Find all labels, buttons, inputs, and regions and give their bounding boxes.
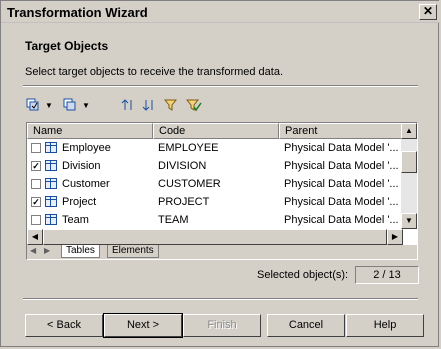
tab-tables[interactable]: Tables	[61, 245, 100, 258]
wizard-header: Target Objects Select target objects to …	[1, 23, 438, 86]
title-bar: Transformation Wizard ✕	[1, 1, 440, 23]
column-header-code[interactable]: Code	[153, 123, 279, 139]
table-icon	[45, 196, 57, 207]
vertical-scrollbar[interactable]: ▲ ▼	[401, 123, 417, 229]
back-button[interactable]: < Back	[25, 314, 103, 337]
cell-parent: Physical Data Model '...	[284, 196, 399, 208]
filter-button[interactable]	[163, 97, 178, 113]
table-row[interactable]: ✓ Project PROJECT Physical Data Model '...	[27, 193, 403, 211]
footer-divider	[23, 298, 418, 300]
cell-parent: Physical Data Model '...	[284, 178, 399, 190]
cell-code: TEAM	[158, 214, 189, 226]
next-button[interactable]: Next >	[103, 313, 183, 338]
table-icon	[45, 160, 57, 171]
horizontal-scrollbar[interactable]: ◀ ▶	[27, 229, 403, 245]
cell-code: DIVISION	[158, 160, 207, 172]
table-icon	[45, 178, 57, 189]
close-icon: ✕	[422, 4, 434, 18]
cell-name: Employee	[62, 142, 111, 154]
row-checkbox[interactable]	[31, 143, 41, 153]
row-checkbox[interactable]: ✓	[31, 197, 41, 207]
scroll-down-button[interactable]: ▼	[401, 213, 417, 229]
deselect-icon	[63, 98, 77, 112]
table-row[interactable]: ✓ Division DIVISION Physical Data Model '..…	[27, 157, 403, 175]
arrow-down-icon: ▼	[405, 216, 413, 225]
page-description: Select target objects to receive the tra…	[25, 66, 284, 78]
column-header-name[interactable]: Name	[27, 123, 153, 139]
cell-name: Team	[62, 214, 89, 226]
dropdown-arrow-icon: ▼	[45, 100, 53, 110]
column-header-parent[interactable]: Parent	[279, 123, 403, 139]
move-down-icon	[142, 98, 156, 112]
cell-code: CUSTOMER	[158, 178, 221, 190]
header-divider	[23, 85, 418, 87]
transformation-wizard-window: Transformation Wizard ✕ Target Objects S…	[0, 0, 440, 347]
cell-parent: Physical Data Model '...	[284, 142, 399, 154]
tab-elements[interactable]: Elements	[107, 245, 159, 258]
table-row[interactable]: Employee EMPLOYEE Physical Data Model '...	[27, 139, 403, 157]
select-all-icon	[26, 98, 40, 112]
cell-name: Division	[62, 160, 101, 172]
move-up-icon	[121, 98, 135, 112]
cell-name: Customer	[62, 178, 110, 190]
close-button[interactable]: ✕	[419, 4, 437, 20]
scroll-left-button[interactable]: ◀	[27, 229, 43, 245]
target-objects-grid: Name Code Parent Employee EMPLOYEE Physica…	[26, 122, 418, 260]
arrow-up-icon: ▲	[405, 126, 413, 135]
row-checkbox[interactable]	[31, 215, 41, 225]
arrow-right-icon: ▶	[391, 232, 399, 241]
cancel-button[interactable]: Cancel	[267, 314, 345, 337]
arrow-left-icon: ◀	[31, 232, 39, 241]
cell-code: EMPLOYEE	[158, 142, 219, 154]
table-row[interactable]: Team TEAM Physical Data Model '...	[27, 211, 403, 229]
cell-code: PROJECT	[158, 196, 210, 208]
tab-nav-last-icon[interactable]: ▶	[44, 246, 50, 255]
check-filter-button[interactable]	[185, 97, 202, 113]
horizontal-scroll-thumb[interactable]	[43, 229, 387, 245]
help-button[interactable]: Help	[346, 314, 424, 337]
select-all-button[interactable]: ▼	[26, 97, 53, 113]
vertical-scroll-thumb[interactable]	[401, 151, 417, 173]
table-icon	[45, 214, 57, 225]
cell-name: Project	[62, 196, 97, 208]
page-title: Target Objects	[25, 39, 109, 53]
filter-icon	[163, 98, 178, 112]
row-checkbox[interactable]	[31, 179, 41, 189]
deselect-button[interactable]: ▼	[63, 97, 90, 113]
row-checkbox[interactable]: ✓	[31, 161, 41, 171]
selected-objects-label: Selected object(s):	[257, 269, 349, 281]
table-icon	[45, 142, 57, 153]
cell-parent: Physical Data Model '...	[284, 160, 399, 172]
cell-parent: Physical Data Model '...	[284, 214, 399, 226]
move-down-button[interactable]	[142, 97, 156, 113]
tab-nav-first-icon[interactable]: ◀	[30, 246, 36, 255]
scroll-right-button[interactable]: ▶	[387, 229, 403, 245]
dropdown-arrow-icon: ▼	[82, 100, 90, 110]
table-row[interactable]: Customer CUSTOMER Physical Data Model '...	[27, 175, 403, 193]
finish-button[interactable]: Finish	[183, 314, 261, 337]
grid-tabs: ◀ ▶ Tables Elements	[27, 245, 417, 259]
check-filter-icon	[185, 98, 202, 112]
grid-header: Name Code Parent	[27, 123, 403, 139]
window-title: Transformation Wizard	[7, 5, 148, 20]
selected-objects-count: 2 / 13	[355, 266, 419, 284]
move-up-button[interactable]	[121, 97, 135, 113]
scroll-up-button[interactable]: ▲	[401, 123, 417, 139]
